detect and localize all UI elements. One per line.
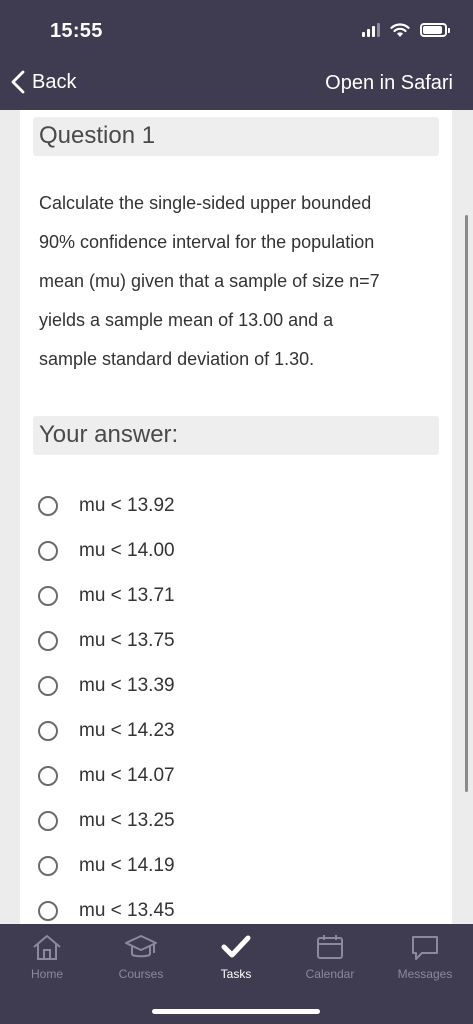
calendar-icon: [317, 935, 343, 959]
app-screen: 15:55 Back Open in Safari Question 1 Cal…: [0, 0, 473, 1024]
tab-calendar[interactable]: Calendar: [285, 932, 375, 981]
radio-button[interactable]: [38, 811, 58, 832]
speech-bubble-icon: [412, 936, 438, 960]
answer-option-label: mu < 13.39: [79, 674, 175, 696]
answer-option[interactable]: mu < 13.92: [38, 483, 438, 528]
answer-option-label: mu < 13.75: [79, 629, 175, 651]
question-line: 90% confidence interval for the populati…: [39, 232, 375, 252]
answer-option[interactable]: mu < 13.71: [38, 573, 438, 618]
question-card: Question 1 Calculate the single-sided up…: [20, 110, 452, 924]
answer-option-label: mu < 13.25: [79, 810, 175, 832]
answer-option-label: mu < 14.07: [79, 765, 175, 787]
answer-option[interactable]: mu < 13.75: [38, 618, 438, 663]
answer-heading: Your answer:: [33, 416, 439, 455]
answer-option[interactable]: mu < 14.19: [38, 844, 438, 889]
answer-option[interactable]: mu < 13.39: [38, 663, 438, 708]
chevron-left-icon: [11, 70, 25, 94]
tab-tasks[interactable]: Tasks: [191, 932, 281, 981]
answer-option-label: mu < 13.71: [79, 584, 175, 606]
home-icon: [33, 935, 61, 960]
cellular-signal-icon: [362, 23, 380, 37]
back-button[interactable]: Back: [10, 70, 76, 94]
status-icons: [362, 22, 450, 38]
answer-option-label: mu < 13.45: [79, 900, 175, 922]
open-in-safari-button[interactable]: Open in Safari: [325, 72, 453, 95]
answer-option[interactable]: mu < 14.23: [38, 708, 438, 753]
back-label: Back: [32, 70, 77, 93]
radio-button[interactable]: [38, 856, 58, 877]
radio-button[interactable]: [38, 901, 58, 922]
battery-icon: [420, 23, 450, 37]
graduation-cap-icon: [125, 935, 157, 958]
answer-options: mu < 13.92 mu < 14.00 mu < 13.71 mu < 13…: [38, 483, 438, 924]
tab-home[interactable]: Home: [2, 932, 92, 981]
radio-button[interactable]: [38, 721, 58, 742]
tab-calendar-label: Calendar: [305, 967, 355, 981]
answer-option[interactable]: mu < 13.25: [38, 799, 438, 844]
radio-button[interactable]: [38, 766, 58, 787]
question-line: Calculate the single-sided upper bounded: [39, 193, 372, 213]
wifi-icon: [390, 23, 410, 37]
answer-option[interactable]: mu < 14.00: [38, 528, 438, 573]
radio-button[interactable]: [38, 675, 58, 696]
answer-option-label: mu < 14.00: [79, 539, 175, 561]
status-time: 15:55: [50, 20, 103, 42]
answer-option-label: mu < 13.92: [79, 494, 175, 516]
top-bar: 15:55 Back Open in Safari: [0, 0, 473, 110]
answer-option-label: mu < 14.23: [79, 720, 175, 742]
question-heading: Question 1: [33, 117, 439, 156]
question-text: Calculate the single-sided upper bounded…: [39, 184, 439, 379]
checkmark-icon: [221, 935, 251, 958]
answer-option[interactable]: mu < 13.45: [38, 889, 438, 924]
question-line: mean (mu) given that a sample of size n=…: [39, 271, 380, 291]
tab-home-label: Home: [30, 967, 63, 981]
tab-courses[interactable]: Courses: [96, 932, 186, 981]
answer-option[interactable]: mu < 14.07: [38, 754, 438, 799]
tab-messages-label: Messages: [397, 967, 453, 981]
answer-option-label: mu < 14.19: [79, 855, 175, 877]
tab-courses-label: Courses: [118, 967, 164, 981]
question-line: yields a sample mean of 13.00 and a: [39, 310, 334, 330]
home-indicator[interactable]: [152, 1009, 320, 1014]
scrollbar[interactable]: [465, 215, 468, 792]
radio-button[interactable]: [38, 540, 58, 561]
tab-tasks-label: Tasks: [220, 967, 252, 981]
radio-button[interactable]: [38, 495, 58, 516]
radio-button[interactable]: [38, 630, 58, 651]
question-line: sample standard deviation of 1.30.: [39, 349, 315, 369]
radio-button[interactable]: [38, 585, 58, 606]
tab-messages[interactable]: Messages: [380, 932, 470, 981]
